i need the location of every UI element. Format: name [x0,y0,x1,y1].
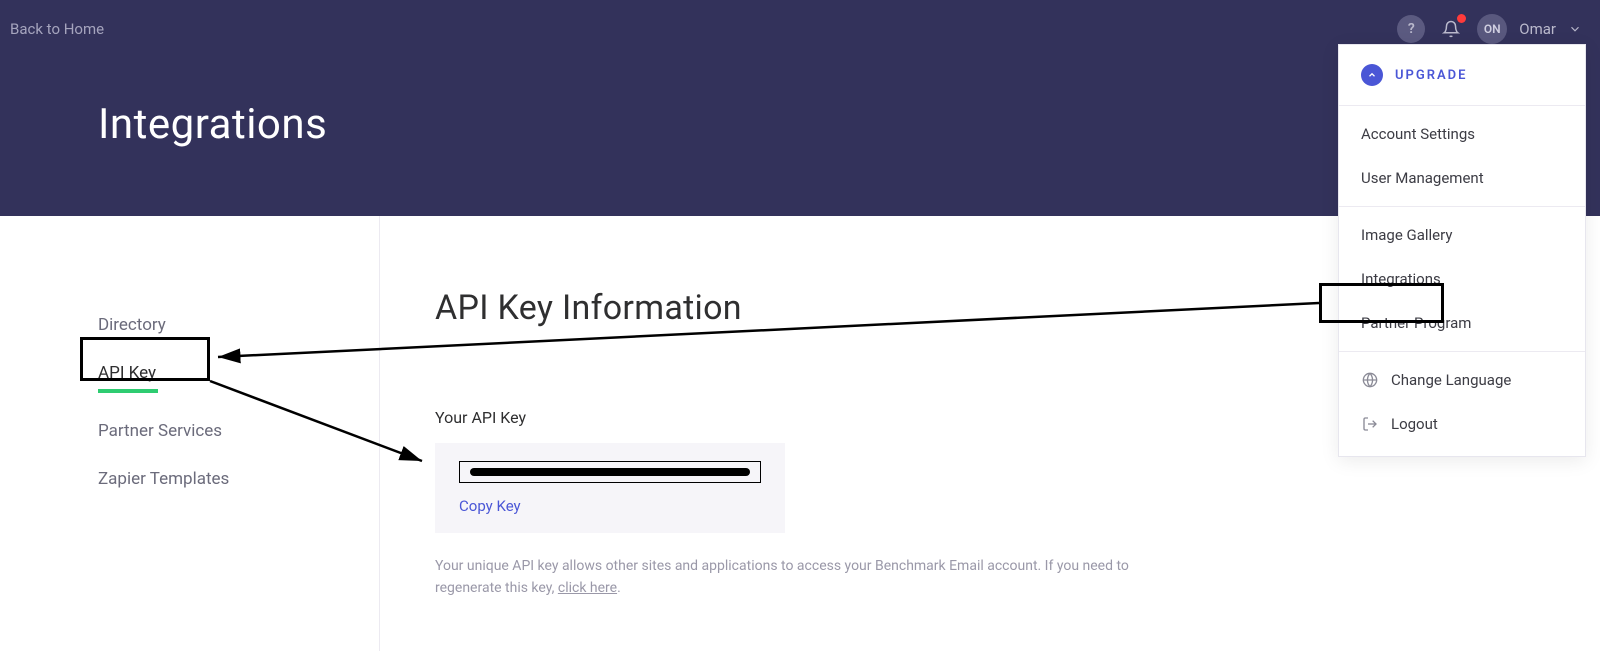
sidebar-item-label: Zapier Templates [98,469,229,489]
menu-partner-program[interactable]: Partner Program [1339,301,1585,345]
help-icon[interactable]: ? [1397,15,1425,43]
upgrade-arrow-icon [1361,64,1383,86]
chevron-down-icon[interactable] [1568,22,1582,36]
sidebar-item-partner-services[interactable]: Partner Services [98,407,222,455]
user-menu: UPGRADE Account Settings User Management… [1338,44,1586,457]
copy-key-button[interactable]: Copy Key [459,497,761,515]
menu-item-label: Change Language [1391,371,1511,389]
menu-item-label: User Management [1361,169,1484,187]
api-key-value[interactable] [459,461,761,483]
menu-account-settings[interactable]: Account Settings [1339,112,1585,156]
menu-item-label: Image Gallery [1361,226,1452,244]
sidebar-item-api-key[interactable]: API Key [98,349,158,407]
user-name[interactable]: Omar [1519,20,1556,38]
menu-item-label: Logout [1391,415,1438,433]
redacted-key-icon [470,468,750,476]
menu-logout[interactable]: Logout [1339,402,1585,446]
menu-item-label: Account Settings [1361,125,1475,143]
api-key-help-text: Your unique API key allows other sites a… [435,555,1155,600]
regenerate-key-link[interactable]: click here [558,580,617,596]
menu-integrations[interactable]: Integrations [1339,257,1585,301]
sidebar-item-directory[interactable]: Directory [98,301,166,349]
menu-item-label: Partner Program [1361,314,1471,332]
menu-image-gallery[interactable]: Image Gallery [1339,213,1585,257]
logout-icon [1361,415,1379,433]
sidebar-item-label: API Key [98,363,156,383]
avatar[interactable]: ON [1477,14,1507,44]
api-key-box: Copy Key [435,443,785,533]
menu-item-label: Integrations [1361,270,1441,288]
globe-icon [1361,371,1379,389]
menu-item-label: UPGRADE [1395,68,1467,83]
notification-dot-icon [1457,14,1466,23]
sidebar: Directory API Key Partner Services Zapie… [0,216,380,651]
sidebar-item-label: Directory [98,315,166,335]
menu-user-management[interactable]: User Management [1339,156,1585,200]
page-title: Integrations [98,100,327,149]
topbar-right: ? ON Omar [1397,14,1582,44]
sidebar-item-label: Partner Services [98,421,222,441]
back-to-home-link[interactable]: Back to Home [10,20,104,38]
sidebar-item-zapier-templates[interactable]: Zapier Templates [98,455,229,503]
notifications-icon[interactable] [1437,15,1465,43]
menu-upgrade[interactable]: UPGRADE [1339,51,1585,99]
menu-change-language[interactable]: Change Language [1339,358,1585,402]
